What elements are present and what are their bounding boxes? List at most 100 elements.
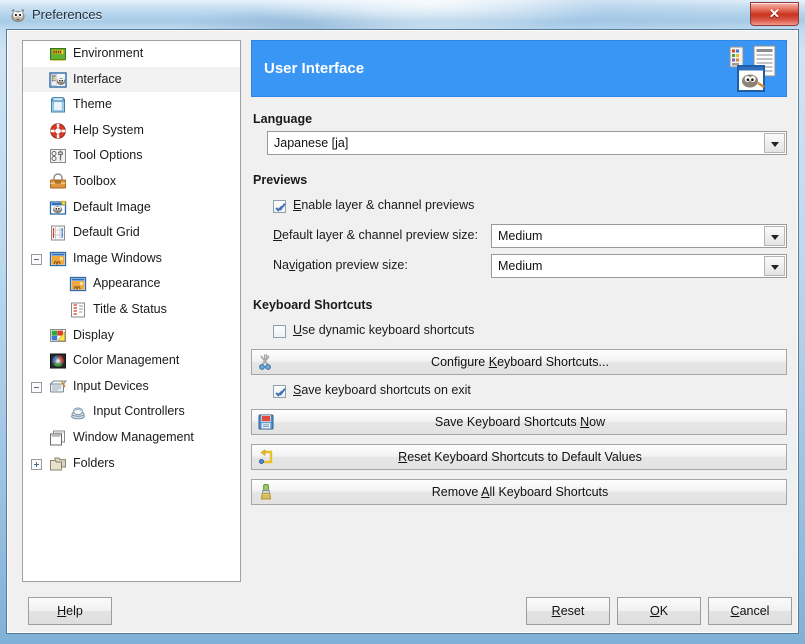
- sidebar-item-theme[interactable]: Theme: [23, 92, 240, 118]
- sidebar-item-help-system[interactable]: Help System: [23, 118, 240, 144]
- window-management-icon: [49, 429, 67, 447]
- chevron-down-icon: [764, 133, 785, 153]
- sidebar-item-window-management[interactable]: Window Management: [23, 425, 240, 451]
- ok-button-rest: K: [659, 604, 669, 618]
- toolbox-icon: [49, 173, 67, 191]
- default-grid-icon: [49, 224, 67, 242]
- folders-icon: [49, 455, 67, 473]
- ok-button[interactable]: OK: [617, 597, 701, 625]
- configure-keyboard-shortcuts-label: Configure Keyboard Shortcuts...: [431, 355, 609, 369]
- keyboard-shortcuts-section-title: Keyboard Shortcuts: [253, 298, 373, 312]
- default-preview-size-select[interactable]: Medium: [491, 224, 787, 248]
- sidebar-item-folders[interactable]: Folders: [23, 451, 240, 477]
- input-controllers-icon: [69, 403, 87, 421]
- help-system-icon: [49, 122, 67, 140]
- sidebar-item-display[interactable]: Display: [23, 323, 240, 349]
- page-title: User Interface: [264, 60, 365, 77]
- navigation-preview-size-select[interactable]: Medium: [491, 254, 787, 278]
- save-shortcuts-on-exit-label: Save keyboard shortcuts on exit: [293, 383, 471, 397]
- cancel-button[interactable]: Cancel: [708, 597, 792, 625]
- expander-plus-icon[interactable]: [31, 458, 42, 470]
- sidebar-item-label: Color Management: [73, 353, 180, 368]
- save-shortcuts-on-exit-checkbox[interactable]: [273, 385, 286, 398]
- help-button-rest: elp: [66, 604, 83, 618]
- sidebar-item-title-status[interactable]: Title & Status: [23, 297, 240, 323]
- sidebar-item-environment[interactable]: Environment: [23, 41, 240, 67]
- preferences-window: Preferences ✕ Environment Interface Theme H…: [0, 0, 805, 644]
- sidebar-item-label: Title & Status: [93, 301, 167, 316]
- cancel-button-rest: ancel: [739, 604, 770, 618]
- sidebar-item-label: Theme: [73, 97, 112, 112]
- default-preview-size-label: Default layer & channel preview size:: [273, 228, 478, 242]
- sidebar-item-color-management[interactable]: Color Management: [23, 348, 240, 374]
- preferences-category-tree[interactable]: Environment Interface Theme Help System Tool…: [22, 40, 241, 582]
- rs-a: eset Keyboard Shortcuts to Default Value…: [407, 450, 642, 464]
- tool-options-icon: [49, 147, 67, 165]
- remove-all-keyboard-shortcuts-button[interactable]: Remove All Keyboard Shortcuts: [251, 479, 787, 505]
- reset-keyboard-shortcuts-button[interactable]: Reset Keyboard Shortcuts to Default Valu…: [251, 444, 787, 470]
- sidebar-item-label: Help System: [73, 122, 144, 137]
- sidebar-item-label: Default Grid: [73, 225, 140, 240]
- sidebar-item-label: Input Controllers: [93, 404, 185, 419]
- sidebar-item-interface[interactable]: Interface: [23, 66, 240, 93]
- dialog-client-area: Environment Interface Theme Help System Tool…: [6, 29, 799, 634]
- enable-previews-checkbox[interactable]: [273, 200, 286, 213]
- save-keyboard-shortcuts-now-label: Save Keyboard Shortcuts Now: [434, 415, 606, 429]
- sidebar-item-input-devices[interactable]: Input Devices: [23, 374, 240, 400]
- expander-minus-icon[interactable]: [31, 253, 42, 265]
- cfg-a: Confi: [431, 355, 461, 369]
- use-dynamic-shortcuts-label: Use dynamic keyboard shortcuts: [293, 323, 475, 337]
- default-preview-size-label-rest: efault layer & channel preview size:: [282, 228, 478, 242]
- sidebar-item-label: Image Windows: [73, 250, 162, 265]
- reset-button-rest: eset: [560, 604, 585, 618]
- window-title: Preferences: [32, 7, 103, 22]
- previews-section-title: Previews: [253, 173, 308, 187]
- help-button[interactable]: Help: [28, 597, 112, 625]
- chevron-down-icon: [764, 226, 785, 246]
- language-select[interactable]: Japanese [ja]: [267, 131, 787, 155]
- appearance-icon: [69, 275, 87, 293]
- save-keyboard-shortcuts-now-button[interactable]: Save Keyboard Shortcuts Now: [251, 409, 787, 435]
- sv-a: Save Keyboard Shortcuts: [434, 415, 581, 429]
- nav-label-a: Na: [273, 258, 289, 272]
- configure-keyboard-shortcuts-button[interactable]: Configure Keyboard Shortcuts...: [251, 349, 787, 375]
- title-bar-gloss: [0, 0, 805, 30]
- save-exit-rest: ave keyboard shortcuts on exit: [301, 383, 471, 397]
- cfg-b: ure: [467, 355, 489, 369]
- use-dynamic-shortcuts-checkbox[interactable]: [273, 325, 286, 338]
- sidebar-item-input-controllers[interactable]: Input Controllers: [23, 399, 240, 425]
- color-management-icon: [49, 352, 67, 370]
- display-icon: [49, 327, 67, 345]
- rm-b: ll Keyboard Shortcuts: [489, 485, 609, 499]
- sidebar-item-label: Window Management: [73, 429, 194, 444]
- remove-all-keyboard-shortcuts-label: Remove All Keyboard Shortcuts: [431, 485, 609, 499]
- enable-previews-label: Enable layer & channel previews: [293, 198, 475, 212]
- nav-label-b: igation preview size:: [295, 258, 408, 272]
- title-status-icon: [69, 301, 87, 319]
- use-dynamic-label-rest: se dynamic keyboard shortcuts: [302, 323, 475, 337]
- chevron-down-icon: [764, 256, 785, 276]
- interface-icon: [49, 71, 67, 89]
- enable-previews-label-rest: nable layer & channel previews: [301, 198, 475, 212]
- default-image-icon: [49, 199, 67, 217]
- expander-minus-icon[interactable]: [31, 381, 42, 393]
- sidebar-item-label: Toolbox: [73, 173, 117, 188]
- dialog-client-inner: Environment Interface Theme Help System Tool…: [7, 30, 798, 633]
- navigation-preview-size-label: Navigation preview size:: [273, 258, 408, 272]
- sidebar-item-toolbox[interactable]: Toolbox: [23, 169, 240, 195]
- cfg-c: eyboard Shortcuts...: [497, 355, 609, 369]
- user-interface-banner-icon: [729, 45, 776, 92]
- reset-button[interactable]: Reset: [526, 597, 610, 625]
- navigation-preview-size-value: Medium: [498, 259, 543, 273]
- sidebar-item-tool-options[interactable]: Tool Options: [23, 143, 240, 169]
- sidebar-item-default-image[interactable]: Default Image: [23, 195, 240, 221]
- language-select-value: Japanese [ja]: [274, 136, 349, 150]
- preferences-content-pane: User Interface Language Japanese [ja] Pr…: [251, 40, 787, 582]
- theme-icon: [49, 96, 67, 114]
- sidebar-item-default-grid[interactable]: Default Grid: [23, 220, 240, 246]
- close-button[interactable]: ✕: [750, 2, 799, 26]
- sidebar-item-label: Tool Options: [73, 148, 143, 163]
- sidebar-item-appearance[interactable]: Appearance: [23, 271, 240, 297]
- sidebar-item-image-windows[interactable]: Image Windows: [23, 246, 240, 272]
- sidebar-item-label: Default Image: [73, 199, 151, 214]
